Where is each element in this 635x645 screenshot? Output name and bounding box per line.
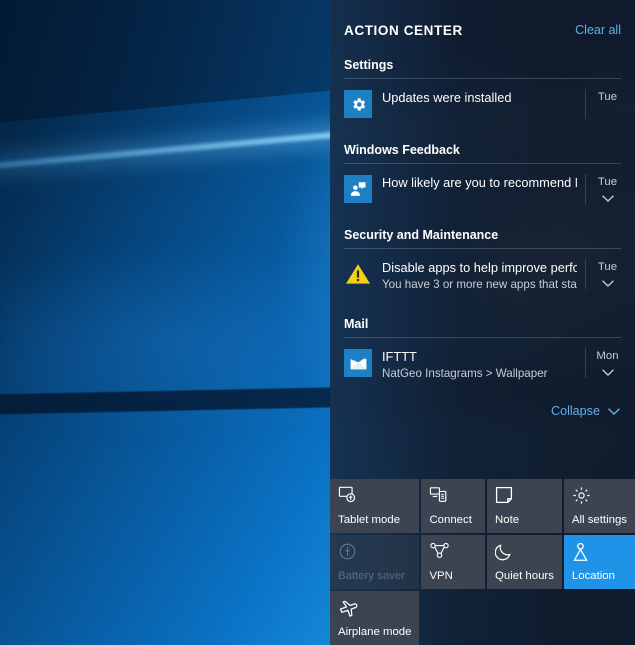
quick-action-connect[interactable]: Connect (421, 479, 486, 533)
warning-triangle-icon (345, 262, 371, 286)
note-icon (495, 486, 554, 508)
notification-timestamp: Tue (597, 261, 618, 273)
notification-timestamp: Mon (596, 350, 619, 362)
quick-actions-grid: Tablet mode Connect Note All settings Ba… (330, 479, 635, 645)
quick-action-all-settings[interactable]: All settings (563, 479, 635, 533)
quick-action-label: VPN (429, 570, 453, 582)
section-header-mail: Mail (344, 317, 369, 331)
clear-all-button[interactable]: Clear all (575, 23, 621, 37)
notification-meta: Mon (585, 348, 629, 378)
quick-action-battery-saver: Battery saver (330, 535, 420, 589)
moon-icon (495, 542, 554, 564)
notification-text: How likely are you to recommend M (372, 174, 585, 191)
location-pin-icon (572, 542, 627, 564)
notification-title: How likely are you to recommend M (382, 175, 577, 190)
quick-action-label: Tablet mode (338, 514, 401, 526)
section-header-windows-feedback: Windows Feedback (344, 143, 460, 157)
notification-icon-wrap (344, 349, 372, 377)
quick-action-tablet-mode[interactable]: Tablet mode (330, 479, 420, 533)
quick-action-vpn[interactable]: VPN (421, 535, 486, 589)
notification-item[interactable]: Updates were installed Tue (330, 79, 635, 131)
airplane-icon (338, 598, 411, 620)
gear-icon (572, 486, 627, 508)
notification-subtitle: You have 3 or more new apps that start a (382, 278, 577, 291)
notification-meta: Tue (585, 259, 629, 289)
tablet-mode-icon (338, 486, 411, 508)
settings-gear-icon (344, 90, 372, 118)
notification-title: IFTTT (382, 349, 417, 364)
collapse-button[interactable]: Collapse (330, 394, 635, 430)
notification-list: Settings Updates were installed Tue Wind… (330, 46, 635, 479)
section-header-security-and-maintenance: Security and Maintenance (344, 228, 499, 242)
quick-action-note[interactable]: Note (487, 479, 562, 533)
notification-timestamp: Tue (597, 176, 618, 188)
action-center-header: ACTION CENTER Clear all (330, 0, 635, 46)
chevron-down-icon (607, 407, 621, 416)
notification-item[interactable]: IFTTT NatGeo Instagrams > Wallpaper Mon (330, 338, 635, 394)
notification-title: Updates were installed (382, 90, 512, 105)
quick-action-empty-slot (487, 591, 562, 645)
notification-text: Disable apps to help improve perfor You … (372, 259, 585, 293)
feedback-person-icon (344, 175, 372, 203)
action-center-panel: ACTION CENTER Clear all Settings Updates… (330, 0, 635, 645)
notification-subtitle: NatGeo Instagrams > Wallpaper (382, 367, 548, 380)
mail-envelope-icon (344, 349, 372, 377)
quick-action-quiet-hours[interactable]: Quiet hours (487, 535, 562, 589)
collapse-label: Collapse (550, 404, 600, 418)
chevron-down-icon[interactable] (601, 194, 615, 203)
quick-action-label: Quiet hours (495, 570, 554, 582)
notification-timestamp: Tue (597, 91, 618, 103)
notification-icon-wrap (344, 175, 372, 203)
page-title: ACTION CENTER (344, 22, 463, 38)
quick-action-label: Connect (429, 514, 472, 526)
quick-action-empty-slot (564, 591, 635, 645)
section-header-settings: Settings (344, 58, 394, 72)
notification-title: Disable apps to help improve perfor (382, 260, 577, 275)
quick-action-label: Note (495, 514, 520, 526)
quick-action-airplane-mode[interactable]: Airplane mode (330, 591, 420, 645)
notification-text: Updates were installed (372, 89, 585, 106)
connect-icon (429, 486, 477, 508)
quick-action-label: Airplane mode (338, 626, 412, 638)
notification-item[interactable]: How likely are you to recommend M Tue (330, 164, 635, 216)
chevron-down-icon[interactable] (601, 279, 615, 288)
notification-icon-wrap (344, 90, 372, 118)
notification-meta: Tue (585, 89, 629, 119)
battery-saver-icon (338, 542, 411, 564)
quick-action-label: Battery saver (338, 570, 406, 582)
vpn-icon (429, 542, 477, 564)
quick-action-empty-slot (421, 591, 485, 645)
notification-icon-wrap (344, 260, 372, 288)
chevron-down-icon[interactable] (601, 368, 615, 377)
notification-meta: Tue (585, 174, 629, 204)
quick-action-label: All settings (571, 514, 627, 526)
quick-action-location[interactable]: Location (563, 535, 635, 589)
notification-text: IFTTT NatGeo Instagrams > Wallpaper (372, 348, 585, 382)
notification-item[interactable]: Disable apps to help improve perfor You … (330, 249, 635, 305)
quick-action-label: Location (571, 570, 615, 582)
